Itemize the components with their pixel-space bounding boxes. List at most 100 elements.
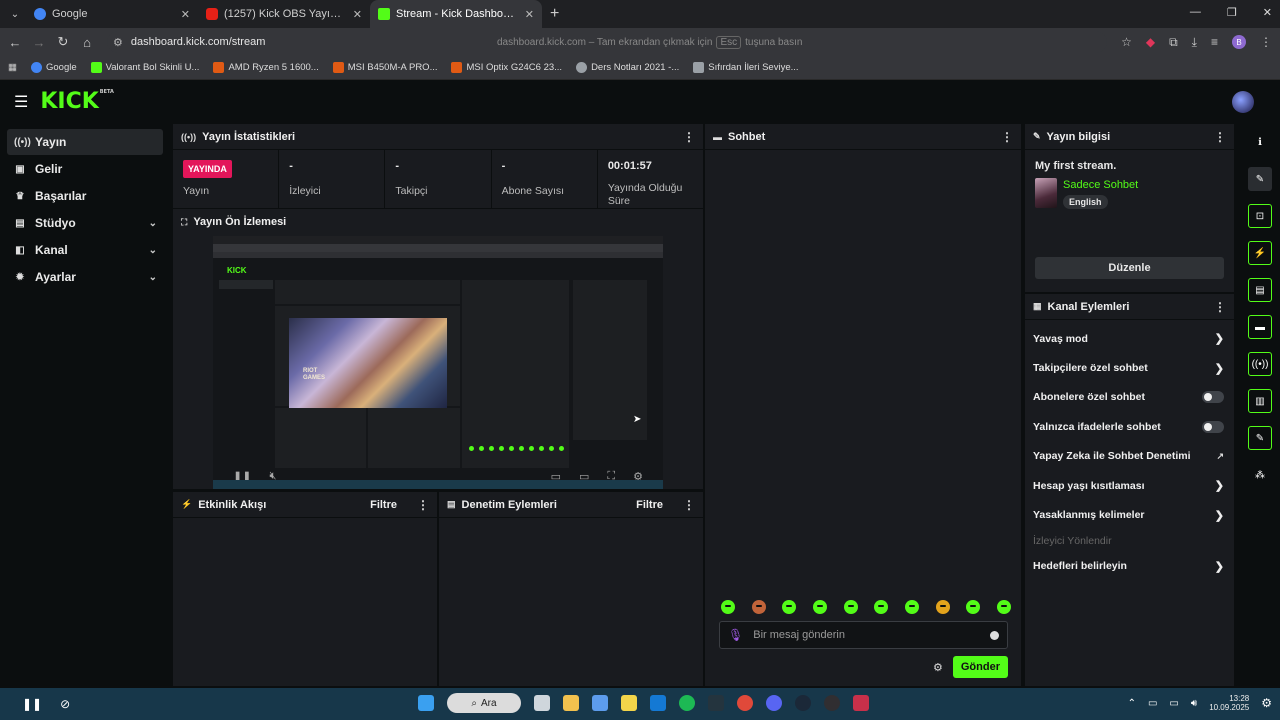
bookmark-item[interactable]: Valorant Bol Skinli U... (90, 62, 199, 73)
tray-chevron-icon[interactable]: ⌃ (1128, 698, 1136, 709)
sidebar-item-studyo[interactable]: ▤ Stüdyo ⌄ (7, 210, 163, 236)
maximize-icon[interactable]: ❐ (1227, 6, 1237, 19)
more-options-icon[interactable]: ⋮ (1214, 300, 1226, 314)
emote-icon[interactable] (843, 600, 858, 614)
bookmark-item[interactable]: Sıfırdan İleri Seviye... (693, 62, 799, 73)
more-options-icon[interactable]: ⋮ (417, 498, 429, 512)
sidebar-item-ayarlar[interactable]: ✹ Ayarlar ⌄ (7, 264, 163, 290)
more-options-icon[interactable]: ⋮ (1214, 130, 1226, 144)
home-icon[interactable]: ⌂ (75, 35, 99, 50)
sidebar-item-yayin[interactable]: ((•)) Yayın (7, 129, 163, 155)
close-tab-icon[interactable]: ✕ (353, 8, 362, 21)
wrench-tool-icon[interactable]: ✎ (1248, 426, 1272, 450)
stream-preview-video[interactable]: KICK RIOT GAMES ❚❚ 🔇︎ ▭ ▭ ⛶ ⚙ ➤ (213, 236, 663, 489)
category-link[interactable]: Sadece Sohbet (1063, 179, 1138, 191)
info-icon[interactable]: ℹ (1248, 130, 1272, 154)
bookmark-item[interactable]: Ders Notları 2021 -... (576, 62, 679, 73)
vpn-icon[interactable] (853, 695, 869, 711)
obs-icon[interactable] (824, 695, 840, 711)
mute-icon[interactable]: ⊘ (60, 697, 70, 711)
kick-logo[interactable]: KICKBETA (40, 89, 114, 114)
more-options-icon[interactable]: ⋮ (683, 498, 695, 512)
bookmark-item[interactable]: MSI Optix G24C6 23... (451, 62, 562, 73)
emotes-only-toggle[interactable] (1202, 420, 1224, 433)
bookmark-item[interactable]: MSI B450M-A PRO... (332, 62, 437, 73)
emote-icon[interactable] (874, 600, 889, 614)
channel-action-slow-mode[interactable]: Yavaş mod ❯ (1025, 324, 1234, 353)
chrome-icon[interactable] (737, 695, 753, 711)
channel-action-followers-only[interactable]: Takipçilere özel sohbet ❯ (1025, 353, 1234, 382)
taskbar-search[interactable]: ⌕ Ara (447, 693, 521, 713)
emote-icon[interactable] (904, 600, 919, 614)
channel-action-goals[interactable]: Hedefleri belirleyin ❯ (1025, 552, 1234, 581)
bookmark-star-icon[interactable]: ☆ (1121, 35, 1132, 49)
edit-pencil-icon[interactable]: ✎ (1248, 167, 1272, 191)
close-tab-icon[interactable]: ✕ (525, 8, 534, 21)
app-icon[interactable] (708, 695, 724, 711)
emote-icon[interactable] (935, 600, 950, 614)
chat-settings-icon[interactable]: ⚙ (933, 661, 943, 674)
profile-avatar[interactable]: B (1232, 35, 1246, 49)
clock[interactable]: 13:28 10.09.2025 (1209, 694, 1249, 712)
share-icon[interactable]: ⁂ (1248, 463, 1272, 487)
channel-action-banned-words[interactable]: Yasaklanmış kelimeler ❯ (1025, 500, 1234, 529)
emote-icon[interactable] (721, 600, 735, 614)
layout-tool-icon[interactable]: ▥ (1248, 389, 1272, 413)
url-input[interactable]: ⚙ dashboard.kick.com/stream dashboard.ki… (107, 31, 1107, 53)
microphone-icon[interactable]: 🎙︎ (728, 628, 743, 642)
browser-tab-google[interactable]: Google ✕ (26, 0, 198, 28)
forward-icon[interactable]: → (27, 35, 51, 50)
bookmark-item[interactable]: Google (30, 62, 77, 73)
sidebar-item-kanal[interactable]: ◧ Kanal ⌄ (7, 237, 163, 263)
outlook-icon[interactable] (650, 695, 666, 711)
steam-icon[interactable] (795, 695, 811, 711)
browser-menu-icon[interactable]: ⋮ (1260, 35, 1272, 49)
volume-icon[interactable]: 🔊︎ (1191, 698, 1197, 709)
send-button[interactable]: Gönder (952, 656, 1008, 678)
filter-button[interactable]: Filtre (370, 499, 397, 511)
sidebar-item-basarilar[interactable]: ♛ Başarılar (7, 183, 163, 209)
media-icon[interactable]: ≡ (1211, 35, 1218, 49)
close-tab-icon[interactable]: ✕ (181, 8, 190, 21)
apps-grid-icon[interactable]: ▦ (8, 62, 17, 73)
hamburger-menu-icon[interactable]: ☰ (14, 92, 28, 112)
chat-tool-icon[interactable]: ▬ (1248, 315, 1272, 339)
emote-icon[interactable] (966, 600, 981, 614)
document-tool-icon[interactable]: ▤ (1248, 278, 1272, 302)
windows-start-icon[interactable] (418, 695, 434, 711)
notes-icon[interactable] (621, 695, 637, 711)
preview-tool-icon[interactable]: ⊡ (1248, 204, 1272, 228)
browser-tab-youtube[interactable]: (1257) Kick OBS Yayın Ayarları | ✕ (198, 0, 370, 28)
network-icon[interactable]: ▭ (1148, 698, 1157, 709)
sidebar-item-gelir[interactable]: ▣ Gelir (7, 156, 163, 182)
channel-action-ai-moderation[interactable]: Yapay Zeka ile Sohbet Denetimi ↗ (1025, 442, 1234, 471)
emote-icon[interactable] (751, 600, 766, 614)
lightning-tool-icon[interactable]: ⚡ (1248, 241, 1272, 265)
download-icon[interactable]: ⤓ (1192, 35, 1197, 50)
spotify-icon[interactable] (679, 695, 695, 711)
monitor-icon[interactable]: ▭ (1169, 698, 1178, 709)
site-info-icon[interactable]: ⚙ (113, 36, 123, 49)
minimize-icon[interactable]: — (1190, 6, 1201, 19)
store-icon[interactable] (592, 695, 608, 711)
emoji-picker-icon[interactable] (990, 630, 999, 640)
discord-icon[interactable] (766, 695, 782, 711)
file-explorer-icon[interactable] (563, 695, 579, 711)
tab-search-icon[interactable]: ⌄ (4, 3, 26, 25)
subscribers-only-toggle[interactable] (1202, 391, 1224, 404)
reload-icon[interactable]: ↻ (51, 34, 75, 50)
task-view-icon[interactable] (534, 695, 550, 711)
emote-icon[interactable] (782, 600, 797, 614)
more-options-icon[interactable]: ⋮ (683, 130, 695, 144)
settings-gear-icon[interactable]: ⚙ (1261, 696, 1272, 710)
extension-red-icon[interactable]: ◆ (1146, 35, 1155, 49)
channel-action-account-age[interactable]: Hesap yaşı kısıtlaması ❯ (1025, 471, 1234, 500)
broadcast-tool-icon[interactable]: ((•)) (1248, 352, 1272, 376)
emote-icon[interactable] (812, 600, 827, 614)
pause-icon[interactable]: ❚❚ (22, 697, 42, 711)
edit-button[interactable]: Düzenle (1035, 257, 1224, 279)
chat-message-input[interactable]: 🎙︎ Bir mesaj gönderin (719, 621, 1008, 649)
browser-tab-kick[interactable]: Stream - Kick Dashboard ✕ (370, 0, 542, 28)
extensions-icon[interactable]: ⧉ (1169, 35, 1178, 50)
more-options-icon[interactable]: ⋮ (1001, 130, 1013, 144)
